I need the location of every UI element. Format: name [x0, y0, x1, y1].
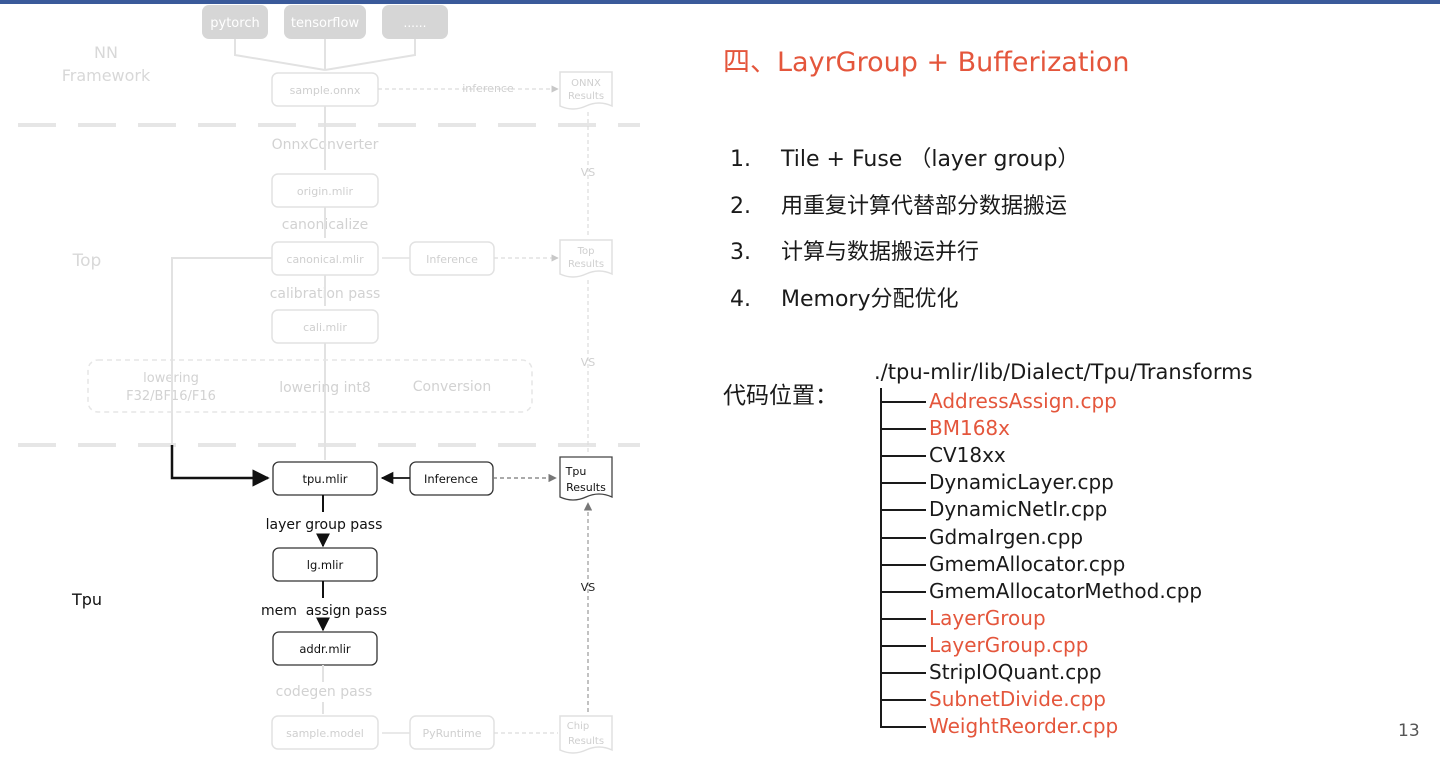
- svg-text:Results: Results: [568, 91, 604, 102]
- svg-text:lg.mlir: lg.mlir: [307, 558, 344, 572]
- node-lg-mlir: lg.mlir: [272, 547, 378, 582]
- svg-text:canonical.mlir: canonical.mlir: [286, 253, 364, 266]
- list-text: 用重复计算代替部分数据搬运: [781, 193, 1068, 219]
- tree-file-item: WeightReorder.cpp: [929, 714, 1119, 739]
- slide-title: 四、LayrGroup + Bufferization: [723, 47, 1130, 78]
- svg-text:tpu.mlir: tpu.mlir: [302, 472, 347, 486]
- list-number: 2.: [730, 193, 751, 219]
- node-pyruntime: PyRuntime: [409, 715, 495, 750]
- code-root-path: ./tpu-mlir/lib/Dialect/Tpu/Transforms: [874, 360, 1253, 384]
- framework-more: ......: [382, 5, 448, 39]
- compile-flow-diagram: NN Framework Top Tpu pytorch tensorflow …: [18, 5, 640, 754]
- tree-file-item: GdmaIrgen.cpp: [929, 524, 1084, 549]
- node-origin-mlir: origin.mlir: [271, 173, 379, 208]
- svg-text:Results: Results: [568, 259, 604, 270]
- framework-tensorflow: tensorflow: [284, 5, 366, 39]
- node-sample-onnx: sample.onnx: [271, 72, 379, 107]
- tree-branch: [880, 590, 926, 593]
- framework-pytorch: pytorch: [202, 5, 268, 39]
- tree-file-item: GmemAllocator.cpp: [929, 551, 1126, 576]
- list-item: 4. Memory分配优化: [730, 284, 1079, 331]
- vs-2: VS: [581, 356, 596, 369]
- tree-branch: [880, 536, 926, 539]
- svg-text:Chip: Chip: [567, 721, 589, 732]
- tree-trunk: [880, 388, 882, 726]
- node-tpu-mlir: tpu.mlir: [272, 461, 378, 496]
- svg-text:Results: Results: [566, 481, 606, 494]
- node-sample-model: sample.model: [271, 715, 379, 750]
- tree-file-item: CV18xx: [929, 443, 1006, 468]
- node-addr-mlir: addr.mlir: [272, 631, 378, 666]
- node-inference-top: Inference: [409, 241, 495, 276]
- tree-branch: [880, 455, 926, 458]
- list-number: 1.: [730, 147, 751, 172]
- svg-text:Results: Results: [568, 736, 604, 747]
- results-top: Top Results: [559, 239, 613, 278]
- label-tpu: Tpu: [71, 590, 102, 609]
- list-text: 计算与数据搬运并行: [781, 240, 980, 265]
- tree-file-item: BM168x: [929, 416, 1010, 441]
- results-onnx: ONNX Results: [559, 71, 613, 110]
- list-text: Tile + Fuse （layer group）: [781, 147, 1080, 172]
- svg-text:sample.model: sample.model: [286, 727, 364, 740]
- tree-branch: [880, 563, 926, 566]
- svg-text:Top: Top: [577, 246, 595, 257]
- tree-file-item: LayerGroup.cpp: [929, 632, 1089, 657]
- svg-text:......: ......: [404, 16, 427, 30]
- list-item: 2. 用重复计算代替部分数据搬运: [730, 191, 1079, 238]
- svg-text:Inference: Inference: [424, 472, 478, 486]
- svg-text:ONNX: ONNX: [571, 78, 601, 89]
- tree-branch: [880, 699, 926, 702]
- svg-text:tensorflow: tensorflow: [291, 16, 360, 31]
- svg-text:origin.mlir: origin.mlir: [297, 185, 354, 198]
- svg-text:Tpu: Tpu: [565, 465, 587, 478]
- edge-inference: inference: [462, 82, 514, 95]
- tree-branch: [880, 726, 926, 729]
- key-points-list: 1. Tile + Fuse （layer group） 2. 用重复计算代替部分数…: [730, 144, 1079, 330]
- tree-file-item: AddressAssign.cpp: [929, 389, 1117, 413]
- tree-branch: [880, 672, 926, 674]
- tree-file-item: LayerGroup: [929, 605, 1046, 630]
- label-nn: NN: [94, 43, 118, 62]
- tree-branch: [880, 401, 926, 403]
- tree-file-item: GmemAllocatorMethod.cpp: [929, 578, 1203, 603]
- label-top: Top: [72, 251, 102, 271]
- list-number: 3.: [730, 240, 751, 265]
- svg-text:pytorch: pytorch: [210, 16, 259, 31]
- node-inference-tpu: Inference: [409, 461, 494, 496]
- tree-branch: [880, 617, 926, 620]
- node-canonical-mlir: canonical.mlir: [271, 241, 379, 276]
- list-text: Memory分配优化: [781, 286, 959, 312]
- tree-file-item: DynamicLayer.cpp: [929, 470, 1114, 495]
- lowering-conversion: Conversion: [413, 379, 492, 395]
- tree-branch: [880, 482, 926, 485]
- svg-text:addr.mlir: addr.mlir: [299, 642, 351, 656]
- svg-text:cali.mlir: cali.mlir: [303, 321, 347, 334]
- list-item: 3. 计算与数据搬运并行: [730, 237, 1079, 284]
- lowering-int8: lowering int8: [279, 380, 371, 396]
- code-location-label: 代码位置：: [723, 383, 838, 409]
- edge-mem-assign: mem assign pass: [261, 603, 387, 619]
- edge-codegen: codegen pass: [276, 684, 373, 700]
- svg-text:sample.onnx: sample.onnx: [290, 84, 361, 97]
- tree-file-item: DynamicNetIr.cpp: [929, 497, 1108, 522]
- tree-file-item: StripIOQuant.cpp: [929, 660, 1102, 684]
- svg-text:Inference: Inference: [426, 253, 478, 266]
- list-number: 4.: [730, 286, 751, 312]
- tree-branch: [880, 509, 926, 512]
- edge-layer-group: layer group pass: [266, 517, 383, 533]
- tree-branch: [880, 644, 926, 647]
- vs-1: VS: [581, 166, 596, 179]
- list-item: 1. Tile + Fuse （layer group）: [730, 144, 1079, 191]
- node-cali-mlir: cali.mlir: [271, 309, 379, 344]
- results-tpu: Tpu Results: [559, 456, 613, 501]
- page-number: 13: [1398, 721, 1420, 741]
- tree-branch: [880, 428, 926, 431]
- results-chip: Chip Results: [559, 715, 613, 754]
- vs-3: VS: [581, 581, 596, 594]
- svg-text:PyRuntime: PyRuntime: [422, 727, 481, 740]
- tree-file-item: SubnetDivide.cpp: [929, 687, 1106, 712]
- label-framework: Framework: [62, 66, 151, 85]
